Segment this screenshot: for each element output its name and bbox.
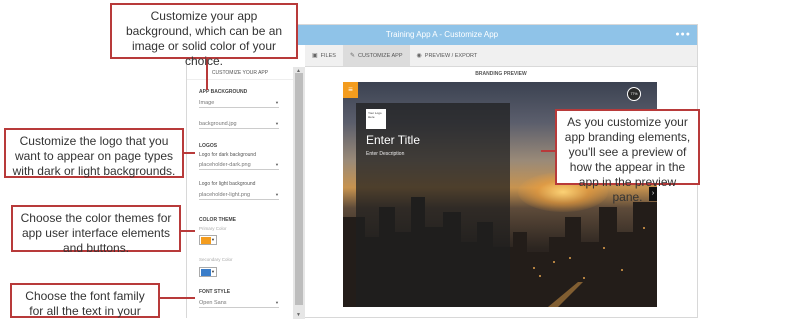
preview-title: Enter Title xyxy=(366,133,421,147)
font-style-label: FONT STYLE xyxy=(199,289,231,295)
secondary-color-fill xyxy=(201,269,211,276)
window-controls-icon[interactable]: ●●● xyxy=(675,25,691,45)
progress-badge: 77% xyxy=(627,87,641,101)
dark-logo-select[interactable]: placeholder-dark.png ▼ xyxy=(199,160,279,170)
primary-color-label: Primary Color xyxy=(199,226,227,231)
tab-label: PREVIEW / EXPORT xyxy=(424,52,478,59)
dark-logo-label: Logo for dark background xyxy=(199,152,256,158)
callout-connector xyxy=(181,230,195,232)
select-value: Open Sans xyxy=(199,300,227,306)
branding-preview-label: BRANDING PREVIEW xyxy=(475,71,527,77)
select-value: placeholder-light.png xyxy=(199,192,251,198)
light-logo-select[interactable]: placeholder-light.png ▼ xyxy=(199,190,279,200)
select-value: background.jpg xyxy=(199,121,237,127)
tab-label: CUSTOMIZE APP xyxy=(358,52,403,59)
window-title: Training App A - Customize App xyxy=(385,30,499,39)
callout-font: Choose the font family for all the text … xyxy=(10,283,160,323)
preview-description: Enter Description xyxy=(366,151,405,157)
chevron-down-icon: ▼ xyxy=(275,162,279,167)
chevron-down-icon: ▼ xyxy=(275,192,279,197)
tutorial-screenshot: Training App A - Customize App ●●● ▣ FIL… xyxy=(0,0,800,323)
callout-background: Customize your app background, which can… xyxy=(110,3,298,68)
secondary-color-label: Secondary Color xyxy=(199,257,233,262)
color-theme-label: COLOR THEME xyxy=(199,217,236,223)
eye-icon: ◉ xyxy=(416,53,422,59)
tab-files[interactable]: ▣ FILES xyxy=(305,45,343,66)
callout-preview: As you customize your app branding eleme… xyxy=(555,109,700,204)
callout-connector xyxy=(541,150,556,152)
chevron-down-icon: ▼ xyxy=(211,237,215,242)
pencil-icon: ✎ xyxy=(349,53,355,59)
select-value: placeholder-dark.png xyxy=(199,162,251,168)
chevron-down-icon: ▼ xyxy=(275,121,279,126)
callout-connector xyxy=(160,297,195,299)
secondary-color-picker[interactable]: ▼ xyxy=(199,267,217,277)
chevron-down-icon: ▼ xyxy=(275,100,279,105)
customize-sidebar: CUSTOMIZE YOUR APP APP BACKGROUND Image … xyxy=(187,67,293,319)
menu-icon[interactable]: ≡ xyxy=(343,82,358,98)
chevron-down-icon: ▼ xyxy=(275,300,279,305)
primary-color-picker[interactable]: ▼ xyxy=(199,235,217,245)
callout-logo: Customize the logo that you want to appe… xyxy=(4,128,184,178)
chevron-down-icon: ▼ xyxy=(211,269,215,274)
scrollbar-thumb[interactable] xyxy=(295,73,303,305)
logo-placeholder: Your Logo Here xyxy=(366,109,386,129)
primary-color-fill xyxy=(201,237,211,244)
select-value: Image xyxy=(199,100,215,106)
scroll-down-icon[interactable]: ▼ xyxy=(296,312,301,318)
file-icon: ▣ xyxy=(312,53,318,59)
tab-bar: ▣ FILES ✎ CUSTOMIZE APP ◉ PREVIEW / EXPO… xyxy=(305,45,697,67)
callout-colors: Choose the color themes for app user int… xyxy=(11,205,181,255)
sidebar-scrollbar[interactable]: ▲ ▼ xyxy=(293,67,305,319)
background-file-select[interactable]: background.jpg ▼ xyxy=(199,119,279,129)
logos-label: LOGOS xyxy=(199,143,218,149)
font-style-select[interactable]: Open Sans ▼ xyxy=(199,298,279,308)
tab-preview-export[interactable]: ◉ PREVIEW / EXPORT xyxy=(410,45,485,66)
background-type-select[interactable]: Image ▼ xyxy=(199,98,279,108)
tab-customize-app[interactable]: ✎ CUSTOMIZE APP xyxy=(342,45,410,66)
tab-label: FILES xyxy=(320,52,336,59)
preview-overlay-panel: Your Logo Here Enter Title Enter Descrip… xyxy=(356,103,510,307)
light-logo-label: Logo for light background xyxy=(199,181,256,187)
